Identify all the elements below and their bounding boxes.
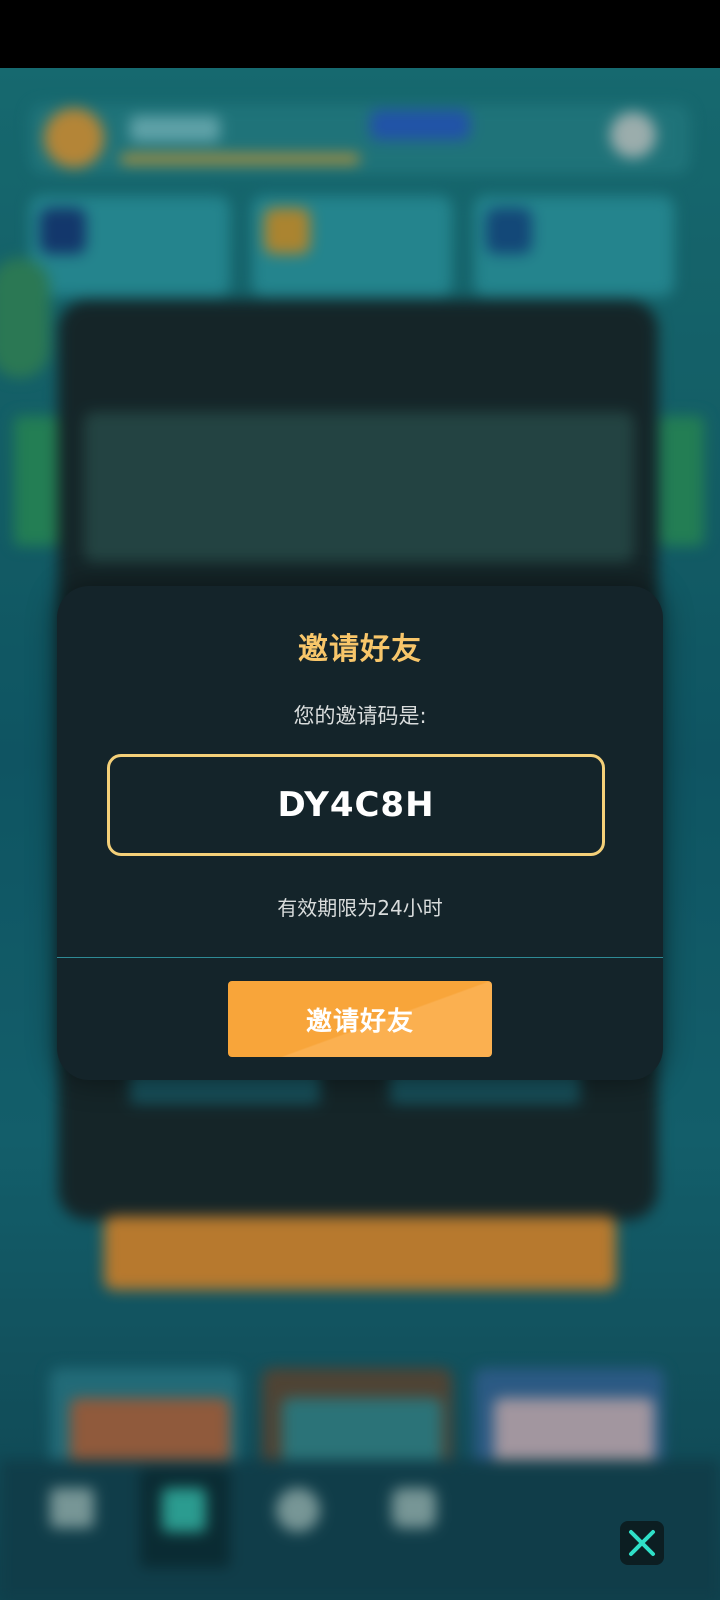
dialog-title: 邀请好友 xyxy=(298,632,422,667)
invite-friend-button[interactable]: 邀请好友 xyxy=(228,981,492,1057)
invite-code-value: DY4C8H xyxy=(277,785,435,825)
dialog-divider xyxy=(57,957,663,958)
invite-friend-button-label: 邀请好友 xyxy=(305,1006,414,1037)
close-icon xyxy=(629,1530,655,1556)
invite-code-box[interactable]: DY4C8H xyxy=(107,754,605,856)
close-button[interactable] xyxy=(620,1521,664,1565)
invite-friend-dialog: 邀请好友 您的邀请码是: DY4C8H 有效期限为24小时 邀请好友 xyxy=(57,586,663,1080)
status-bar xyxy=(0,0,720,68)
validity-text: 有效期限为24小时 xyxy=(277,896,443,920)
invite-code-label: 您的邀请码是: xyxy=(293,704,427,728)
